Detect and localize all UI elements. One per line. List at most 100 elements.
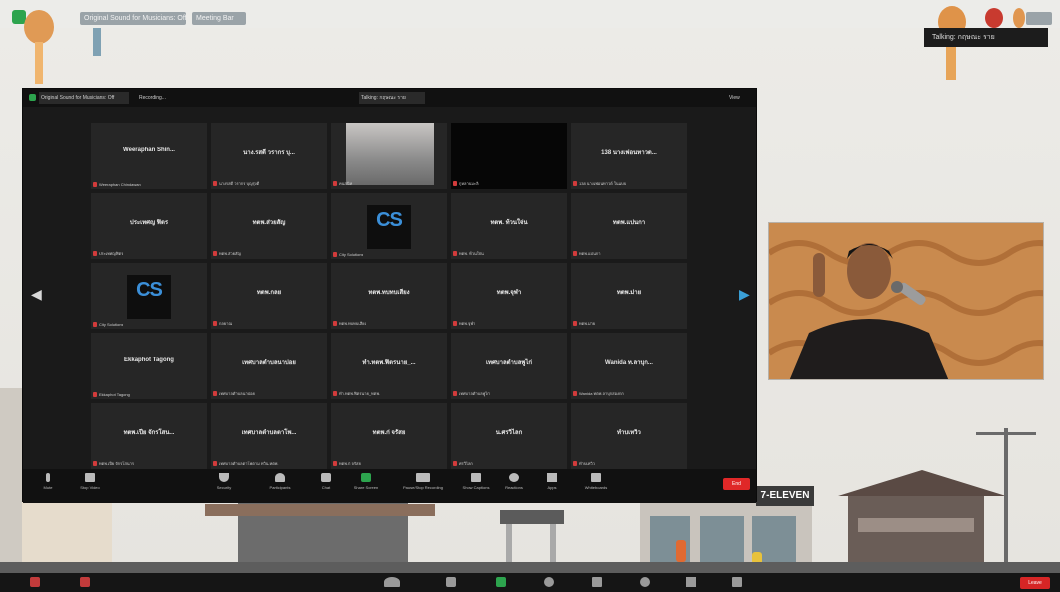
screen: Original Sound for Musicians: Off Meetin… <box>0 0 1060 592</box>
muted-mic-icon <box>213 321 217 326</box>
cs-logo-icon: CS <box>127 275 171 319</box>
participant-name-label: นางรสดี วรากร บุญรุ่งดี <box>213 180 259 187</box>
reactions-button[interactable]: Reactions <box>493 473 535 499</box>
view-button-inner[interactable]: View <box>729 92 753 104</box>
reactions-icon-outer[interactable] <box>640 577 650 587</box>
participant-tile[interactable]: ทำ.ทตพ.ฟิตรนาย_... ทำ.ทตพ.ฟิตรนาย_ทตพ. <box>331 333 447 399</box>
participant-tile[interactable]: นาง.รสดี วรากร บุ... นางรสดี วรากร บุญรุ่… <box>211 123 327 189</box>
pause-stop-recording-button[interactable]: Pause/Stop Recording <box>395 473 451 499</box>
participant-display-name: ทตพ.กลย <box>256 290 282 296</box>
share-screen-button[interactable]: Share Screen <box>345 473 387 499</box>
participant-label-text: ทตพ. ท้วนใจ่น <box>459 251 484 256</box>
participant-name-label: ทำบเทวิว <box>573 460 595 467</box>
security-shield-icon-inner[interactable] <box>29 94 36 101</box>
participant-display-name: เทศบาลตำบลพูไก่ <box>485 360 533 366</box>
participant-name-label: ประเทศญฟิตร <box>93 250 123 257</box>
participant-display-name: 138 นางเฟอนทาวด... <box>601 150 657 156</box>
participant-tile[interactable]: ทตพ.เปีย จักรโสน... ทตพ.เปีย จักรโสนาร <box>91 403 207 469</box>
participant-tile[interactable]: ทตพ.ม่าย ทตพ.ม่าย <box>571 263 687 329</box>
stopped-video-icon[interactable] <box>80 577 90 587</box>
show-captions-button[interactable]: Show Captions <box>455 473 497 499</box>
participant-name-label: Weeraphan Chindawan <box>93 182 141 187</box>
chat-icon-outer[interactable] <box>446 577 456 587</box>
participant-tile[interactable]: Wanida ท.ลาบุก... Wanida ทตพ.ลาบุกสองกก <box>571 333 687 399</box>
record-icon-outer[interactable] <box>544 577 554 587</box>
participant-tile[interactable]: กุหลาบมะลิ <box>451 123 567 189</box>
participant-tile[interactable]: ทตพ. ท้วนใจ่น ทตพ. ท้วนใจ่น <box>451 193 567 259</box>
participant-tile[interactable]: Weeraphan Shin... Weeraphan Chindawan <box>91 123 207 189</box>
lantern-small <box>1013 8 1025 28</box>
participant-tile[interactable]: คนสนิท <box>331 123 447 189</box>
prev-page-arrow-icon[interactable]: ◀ <box>31 287 42 301</box>
participant-video <box>346 123 434 185</box>
participant-tile[interactable]: ทตพ.ส่วยสัญ ทตพ.ส่วยสัญ <box>211 193 327 259</box>
participant-tile[interactable]: เทศบาลตำบลนาบ่อย เทศบาลตำบลนาบ่อย <box>211 333 327 399</box>
original-sound-chip[interactable]: Original Sound for Musicians: Off <box>80 12 186 25</box>
apps-icon-outer[interactable] <box>686 577 696 587</box>
participant-display-name: ทตพ.ทบทบเสียง <box>368 290 410 296</box>
participant-tile[interactable]: CS City Solutions <box>91 263 207 329</box>
end-meeting-button[interactable]: End <box>723 478 750 490</box>
lantern-decoration <box>24 10 54 44</box>
participant-tile[interactable]: ทตพ.กลยกลยาณ <box>211 263 327 329</box>
participant-tile[interactable]: 138 นางเฟอนทาวด... 138 นางเฟอนทาวด์ ในแบบ <box>571 123 687 189</box>
participant-tile[interactable]: เทศบาลตำบลพูไก่ เทศบาลตำบลพูไก่ <box>451 333 567 399</box>
apps-button[interactable]: Apps <box>531 473 573 499</box>
chat-bubble-icon <box>321 473 331 482</box>
leave-button[interactable]: Leave <box>1020 577 1050 589</box>
muted-mic-icon <box>333 252 337 257</box>
participant-tile[interactable]: น.ศรวิไลก ศรวิไลก <box>451 403 567 469</box>
left-building <box>0 388 22 568</box>
pause-stop-icon <box>416 473 430 482</box>
participant-label-text: ทตพ.จุฬา <box>459 321 476 326</box>
participant-display-name: นาง.รสดี วรากร บุ... <box>243 150 295 156</box>
muted-microphone-icon[interactable] <box>30 577 40 587</box>
participants-icon-outer[interactable] <box>384 577 400 587</box>
participant-tile[interactable]: ทตพ.จุฬา ทตพ.จุฬา <box>451 263 567 329</box>
participants-button[interactable]: Participants <box>259 473 301 499</box>
chat-button[interactable]: Chat <box>305 473 347 499</box>
participant-tile[interactable]: ทตพ.ทบทบเสียง ทตพ.ทบทบเสียง <box>331 263 447 329</box>
shield-icon <box>219 473 229 482</box>
next-page-arrow-icon[interactable]: ▶ <box>739 287 750 301</box>
participant-tile[interactable]: Ekkaphot Tagong Ekkaphot Tagong <box>91 333 207 399</box>
participant-display-name: เทศบาลตำบลนาบ่อย <box>242 360 296 366</box>
participant-tile[interactable]: เทศบาลตำบลตาโพ... เทศบาลตำบลตาโพตาม ทวิน.… <box>211 403 327 469</box>
whiteboard-icon-outer[interactable] <box>732 577 742 587</box>
participant-label-text: Weeraphan Chindawan <box>99 182 141 187</box>
participant-display-name: ทตพ.เปีย จักรโสน... <box>123 430 175 436</box>
speaker-video <box>768 222 1044 380</box>
lantern-tassel <box>35 42 43 84</box>
participant-tile[interactable]: ทตพ.ก่ จรัสย ทตพ.ก่ จรัสย <box>331 403 447 469</box>
captions-icon-outer[interactable] <box>592 577 602 587</box>
participant-name-label: ทตพ.เปีย จักรโสนาร <box>93 460 134 467</box>
stop-video-button[interactable]: Stop Video <box>69 473 111 499</box>
security-button[interactable]: Security <box>203 473 245 499</box>
participant-label-text: กลยาณ <box>219 321 233 326</box>
whiteboards-button[interactable]: Whiteboards <box>573 473 619 499</box>
muted-mic-icon <box>453 181 457 186</box>
recording-indicator[interactable]: Recording... <box>139 92 185 104</box>
store-window-center <box>700 516 744 564</box>
participant-tile[interactable]: ประเทศญ ฟิตร ประเทศญฟิตร <box>91 193 207 259</box>
left-hut <box>22 498 112 568</box>
participant-name-label: เทศบาลตำบลพูไก่ <box>453 390 490 397</box>
participant-name-label: ทตพ.ม่าย <box>573 320 595 327</box>
view-chip[interactable] <box>1026 12 1052 25</box>
smiley-icon <box>509 473 519 482</box>
captions-icon <box>471 473 481 482</box>
participant-display-name: Wanida ท.ลาบุก... <box>605 360 653 366</box>
participant-tile[interactable]: ทตพ.แบ่นกา ทตพ.แบ่นกา <box>571 193 687 259</box>
mute-button[interactable]: Mute <box>27 473 69 499</box>
participant-name-label: ศรวิไลก <box>453 460 473 467</box>
utility-crossbar <box>976 432 1036 435</box>
participant-tile[interactable]: CS City Solutions <box>331 193 447 259</box>
shared-zoom-window: Original Sound for Musicians: Off Record… <box>22 88 757 503</box>
share-screen-icon-outer[interactable] <box>496 577 506 587</box>
meeting-bar-chip[interactable]: Meeting Bar <box>192 12 246 25</box>
participant-tile[interactable]: ทำบเทวิว ทำบเทวิว <box>571 403 687 469</box>
original-sound-chip-inner[interactable]: Original Sound for Musicians: Off <box>39 92 129 104</box>
participant-label-text: คนสนิท <box>339 181 353 186</box>
participant-display-name: ทตพ.ส่วยสัญ <box>252 220 286 226</box>
muted-mic-icon <box>333 461 337 466</box>
